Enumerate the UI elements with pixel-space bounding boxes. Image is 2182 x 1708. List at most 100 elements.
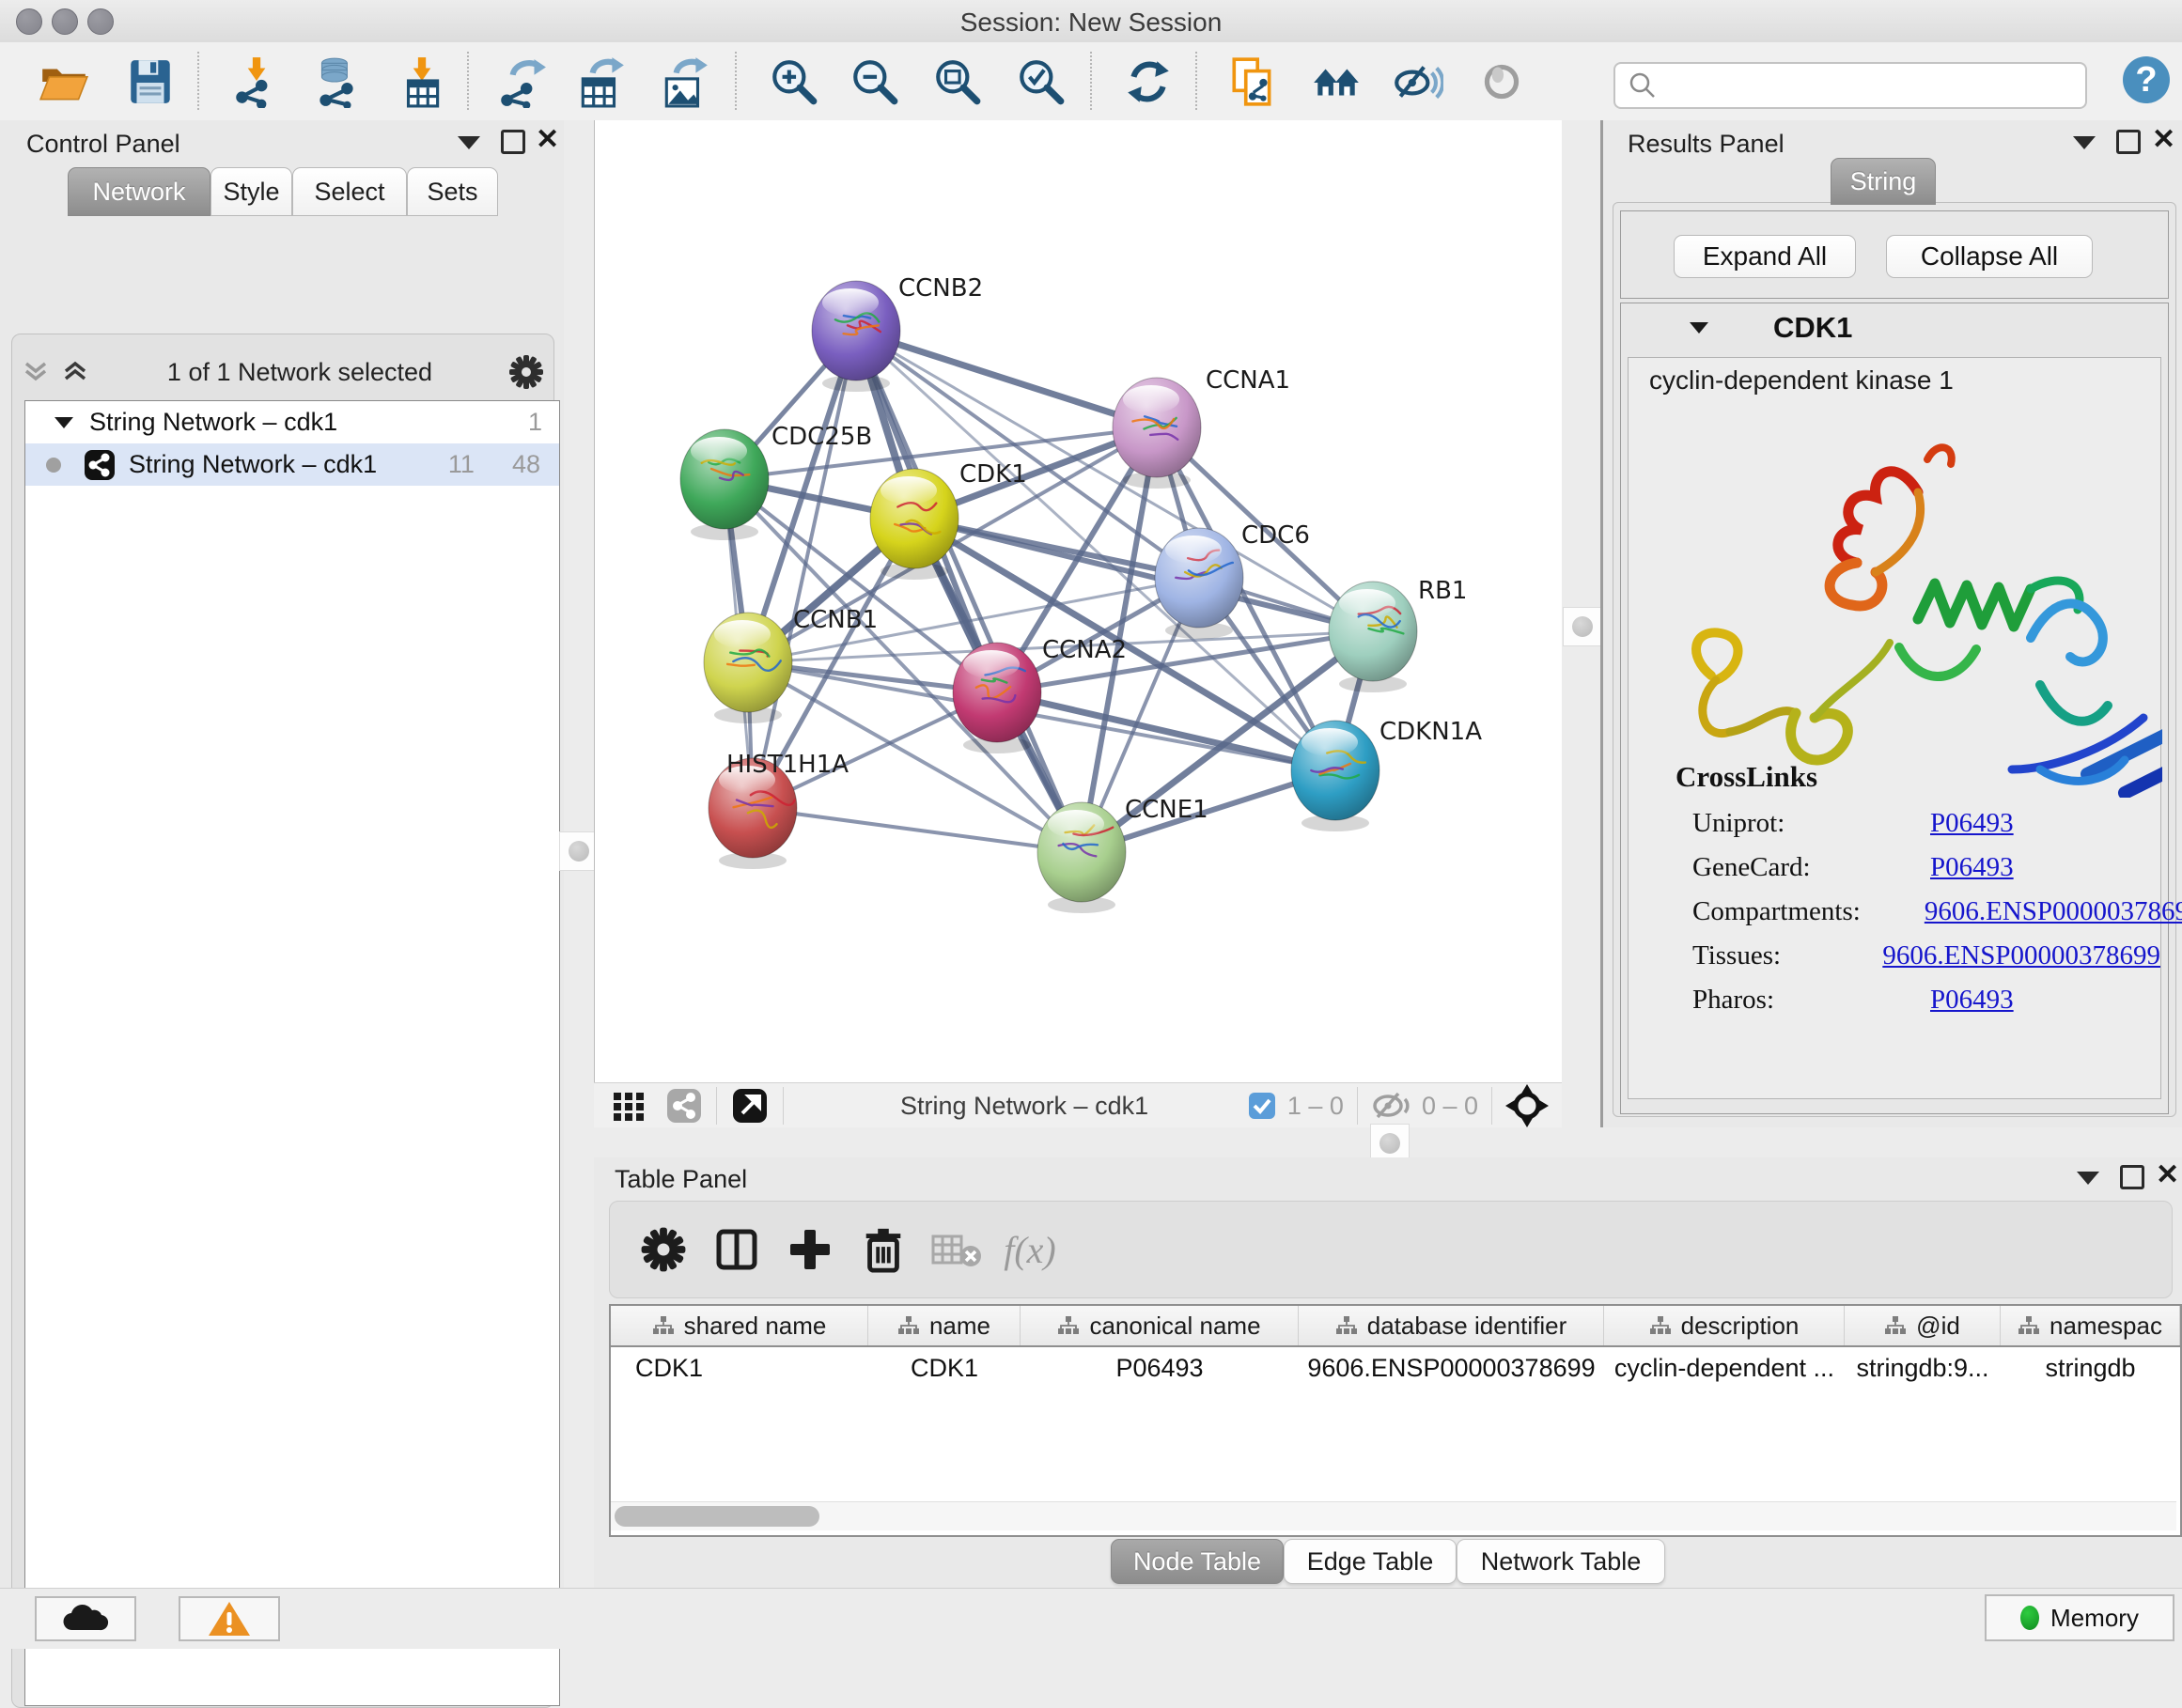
zoom-fit-icon[interactable] (931, 55, 984, 108)
results-splitter-handle[interactable] (1563, 607, 1602, 646)
add-column-icon[interactable] (773, 1217, 847, 1282)
import-network-file-icon[interactable] (229, 55, 282, 108)
table-horizontal-scrollbar[interactable] (611, 1501, 2176, 1530)
crosslink-link[interactable]: 9606.ENSP00000378699 (1882, 940, 2160, 971)
scrollbar-thumb[interactable] (615, 1506, 819, 1527)
string-network-icon (84, 449, 116, 481)
panel-collapse-icon[interactable] (458, 136, 480, 149)
import-network-database-icon[interactable] (310, 55, 363, 108)
tab-node-table[interactable]: Node Table (1111, 1539, 1284, 1584)
delete-column-icon[interactable] (920, 1217, 993, 1282)
panel-float-icon[interactable] (2120, 1165, 2144, 1189)
warning-button[interactable] (179, 1596, 280, 1641)
tab-select[interactable]: Select (292, 167, 407, 216)
column-header-name[interactable]: name (868, 1306, 1021, 1345)
table-cell[interactable]: cyclin-dependent ... (1604, 1354, 1845, 1383)
home-icon[interactable] (1310, 55, 1363, 108)
network-edge[interactable] (997, 692, 1335, 770)
column-header-shared-name[interactable]: shared name (611, 1306, 868, 1345)
tab-network-table[interactable]: Network Table (1457, 1539, 1665, 1584)
selected-checkbox-icon[interactable] (1248, 1092, 1276, 1120)
node-label-cdk1: CDK1 (959, 460, 1027, 489)
table-cell[interactable]: stringdb:9... (1845, 1354, 2001, 1383)
column-header-description[interactable]: description (1604, 1306, 1845, 1345)
crosslink-label: GeneCard: (1629, 852, 1866, 883)
gear-icon[interactable] (507, 353, 545, 391)
table-cell[interactable]: CDK1 (868, 1354, 1021, 1383)
node-label-cdc25b: CDC25B (771, 423, 872, 451)
column-header--id[interactable]: @id (1845, 1306, 2001, 1345)
expand-all-button[interactable]: Expand All (1674, 235, 1856, 278)
grid-view-icon[interactable] (611, 1087, 648, 1125)
crosshair-icon[interactable] (1505, 1084, 1549, 1127)
table-settings-gear-icon[interactable] (627, 1217, 700, 1282)
table-row[interactable]: CDK1CDK1P064939606.ENSP00000378699cyclin… (611, 1347, 2180, 1389)
crosslinks-title: CrossLinks (1675, 760, 1817, 794)
table-cell[interactable]: CDK1 (611, 1354, 868, 1383)
panel-collapse-icon[interactable] (2073, 136, 2096, 149)
zoom-selected-icon[interactable] (1015, 55, 1068, 108)
export-table-icon[interactable] (575, 55, 628, 108)
expand-all-icon[interactable] (58, 356, 92, 388)
table-splitter[interactable] (594, 1127, 2182, 1157)
column-header-database-identifier[interactable]: database identifier (1299, 1306, 1604, 1345)
toolbar-separator (1195, 52, 1197, 110)
tab-edge-table[interactable]: Edge Table (1284, 1539, 1457, 1584)
export-image-icon[interactable] (659, 55, 711, 108)
panel-close-icon[interactable]: ✕ (536, 128, 559, 152)
table-cell[interactable]: stringdb (2001, 1354, 2180, 1383)
column-header-canonical-name[interactable]: canonical name (1021, 1306, 1299, 1345)
delete-row-trash-icon[interactable] (847, 1217, 920, 1282)
crosslink-link[interactable]: P06493 (1930, 985, 2014, 1016)
network-edge[interactable] (856, 331, 1082, 852)
section-expand-icon[interactable] (1687, 318, 1711, 337)
network-row-selected[interactable]: String Network – cdk1 11 48 (25, 443, 559, 486)
export-network-icon[interactable] (495, 55, 548, 108)
network-canvas[interactable]: CCNB2CCNA1CDC25BCDK1CDC6RB1CCNB1CCNA2CDK… (594, 120, 1563, 1082)
crosslink-link[interactable]: 9606.ENSP00000378699 (1925, 896, 2182, 927)
network-edge[interactable] (753, 808, 1082, 852)
crosslink-link[interactable]: P06493 (1930, 808, 2014, 839)
table-cell[interactable]: 9606.ENSP00000378699 (1299, 1354, 1604, 1383)
panel-close-icon[interactable]: ✕ (2156, 1163, 2179, 1188)
crosslink-label: Tissues: (1629, 940, 1818, 971)
tab-style[interactable]: Style (210, 167, 292, 216)
network-collection-row[interactable]: String Network – cdk1 1 (25, 401, 559, 443)
duplicate-network-icon[interactable] (1226, 55, 1279, 108)
collapse-all-button[interactable]: Collapse All (1886, 235, 2093, 278)
hidden-eye-icon[interactable] (1371, 1090, 1412, 1122)
results-splitter[interactable] (1562, 120, 1603, 1127)
help-icon[interactable]: ? (2120, 54, 2173, 106)
column-header-namespac[interactable]: namespac (2001, 1306, 2180, 1345)
refresh-layout-icon[interactable] (1122, 55, 1175, 108)
birdseye-icon[interactable] (730, 1086, 770, 1126)
collapse-all-icon[interactable] (19, 356, 53, 388)
show-columns-icon[interactable] (700, 1217, 773, 1282)
cloud-button[interactable] (35, 1596, 136, 1641)
table-cell[interactable]: P06493 (1021, 1354, 1299, 1383)
panel-collapse-icon[interactable] (2077, 1172, 2099, 1185)
search-input[interactable] (1666, 66, 2085, 105)
open-session-icon[interactable] (38, 55, 90, 108)
left-splitter-handle[interactable] (559, 831, 599, 871)
tree-expand-icon[interactable] (52, 413, 76, 432)
zoom-in-icon[interactable] (768, 55, 820, 108)
save-session-icon[interactable] (124, 55, 177, 108)
warning-icon (208, 1600, 251, 1638)
crosslink-link[interactable]: P06493 (1930, 852, 2014, 883)
tab-network[interactable]: Network (68, 167, 210, 216)
import-table-icon[interactable] (395, 55, 447, 108)
tab-string[interactable]: String (1831, 158, 1936, 205)
network-edge[interactable] (856, 331, 1157, 427)
sphere-icon[interactable] (1475, 55, 1528, 108)
share-view-icon[interactable] (665, 1087, 703, 1125)
panel-float-icon[interactable] (501, 130, 525, 154)
gene-section-header[interactable]: CDK1 (1621, 303, 2168, 352)
panel-close-icon[interactable]: ✕ (2152, 128, 2175, 152)
left-splitter[interactable] (564, 120, 594, 1588)
memory-button[interactable]: Memory (1985, 1594, 2174, 1641)
hide-show-icon[interactable] (1391, 55, 1443, 108)
tab-sets[interactable]: Sets (407, 167, 498, 216)
panel-float-icon[interactable] (2116, 130, 2141, 154)
zoom-out-icon[interactable] (849, 55, 901, 108)
